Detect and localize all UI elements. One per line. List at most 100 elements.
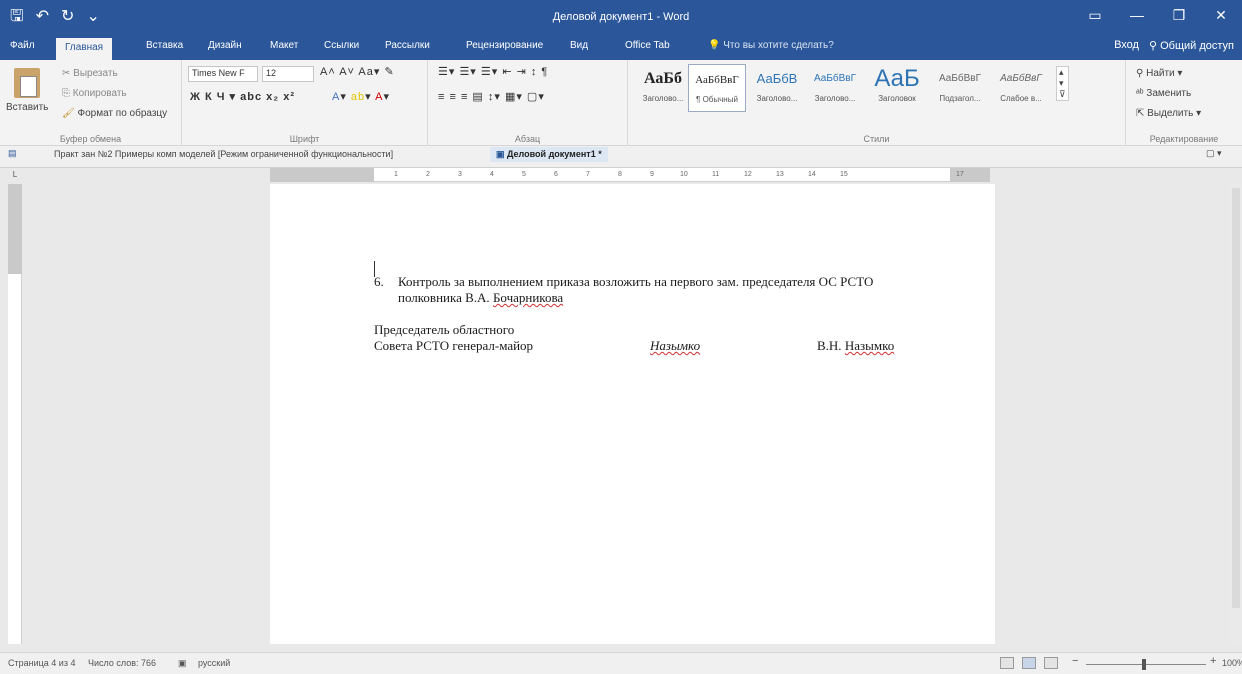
read-mode-icon[interactable]	[1000, 657, 1014, 669]
font-format-buttons[interactable]: Ж К Ч ▾ abc x₂ x²	[190, 90, 295, 103]
handwritten-signature: Назымко	[650, 338, 701, 353]
lightbulb-icon: 💡	[708, 40, 724, 51]
style-sample: АаБбВ	[756, 71, 798, 86]
style-title[interactable]: АаБ Заголовок	[866, 64, 928, 112]
zoom-slider-thumb[interactable]	[1142, 659, 1146, 670]
web-layout-icon[interactable]	[1044, 657, 1058, 669]
style-sample: АаБбВвГ	[813, 73, 857, 84]
find-label: Найти	[1146, 68, 1175, 79]
style-subtitle[interactable]: АаБбВвГ Подзагол...	[932, 64, 988, 112]
doc-tab-practical[interactable]: Практ зан №2 Примеры комп моделей [Режим…	[54, 149, 393, 159]
maximize-icon[interactable]: ❐	[1158, 0, 1200, 36]
ruler-tick: 3	[458, 171, 462, 178]
style-heading[interactable]: АаБб Заголово...	[642, 64, 684, 112]
tab-design[interactable]: Дизайн	[208, 40, 242, 51]
cut-label: Вырезать	[73, 68, 118, 79]
share-button[interactable]: ⚲ Общий доступ	[1149, 39, 1234, 52]
tab-file[interactable]: Файл	[10, 40, 35, 51]
cut-button[interactable]: ✂ Вырезать	[62, 68, 118, 79]
tab-insert[interactable]: Вставка	[146, 40, 183, 51]
tab-view[interactable]: Вид	[570, 40, 588, 51]
doc-tab-label: Деловой документ1 *	[507, 149, 602, 159]
ruler-tick: 2	[426, 171, 430, 178]
font-name-combo[interactable]: Times New F	[188, 66, 258, 82]
font-group: Times New F 12 A˄ A˅ Aa▾ ✎ Ж К Ч ▾ abc x…	[182, 60, 428, 146]
tell-me-text: Что вы хотите сделать?	[723, 40, 834, 51]
copy-label: Копировать	[72, 88, 127, 99]
style-sample: АаБбВвГ	[695, 74, 739, 86]
scrollbar-thumb[interactable]	[1232, 188, 1240, 608]
ruler-tick: 13	[776, 171, 784, 178]
font-size-buttons[interactable]: A˄ A˅ Aa▾ ✎	[320, 65, 395, 78]
tab-review[interactable]: Рецензирование	[466, 40, 543, 51]
styles-more-button[interactable]: ▴ ▾ ⊽	[1056, 66, 1069, 101]
paste-icon[interactable]	[14, 68, 40, 98]
paste-button[interactable]: Вставить	[6, 102, 48, 113]
word-count[interactable]: Число слов: 766	[88, 658, 156, 668]
window-controls: ▭ — ❐ ✕	[1074, 0, 1242, 36]
ruler-tick: 7	[586, 171, 590, 178]
style-normal[interactable]: АаБбВвГ ¶ Обычный	[688, 64, 746, 112]
ribbon-display-icon[interactable]: ▭	[1074, 0, 1116, 36]
tab-selector[interactable]: L	[8, 170, 22, 182]
zoom-in-button[interactable]: +	[1210, 655, 1216, 667]
language-indicator[interactable]: русский	[198, 658, 230, 668]
horizontal-ruler[interactable]: 1 2 3 4 5 6 7 8 9 10 11 12 13 14 15 17	[270, 168, 990, 182]
ruler-tick: 9	[650, 171, 654, 178]
zoom-slider[interactable]	[1086, 664, 1206, 665]
misspelled-word: Бочарникова	[492, 290, 564, 305]
new-tab-icon[interactable]: ▢ ▾	[1206, 148, 1222, 159]
page-counter[interactable]: Страница 4 из 4	[8, 658, 75, 668]
word-window: 🖫 ↶ ↻ ⌄ Деловой документ1 - Word ▭ — ❐ ✕…	[0, 0, 1242, 674]
zoom-level[interactable]: 100%	[1222, 658, 1242, 668]
doc-tab-business[interactable]: ▣ Деловой документ1 *	[490, 147, 608, 162]
align-buttons[interactable]: ≡ ≡ ≡ ▤ ↕▾ ▦▾ ▢▾	[438, 90, 545, 103]
list-buttons[interactable]: ☰▾ ☰▾ ☰▾ ⇤ ⇥ ↕ ¶	[438, 65, 548, 78]
title-bar: 🖫 ↶ ↻ ⌄ Деловой документ1 - Word ▭ — ❐ ✕	[0, 0, 1242, 36]
proofing-icon[interactable]: ▣	[178, 658, 187, 669]
signer-name: В.Н. Назымко	[817, 338, 894, 354]
tab-layout[interactable]: Макет	[270, 40, 298, 51]
replace-label: Заменить	[1146, 88, 1192, 99]
tab-references[interactable]: Ссылки	[324, 40, 359, 51]
style-heading-1[interactable]: АаБбВ Заголово...	[750, 64, 804, 112]
style-sample: АаБ	[874, 65, 920, 92]
minimize-icon[interactable]: —	[1116, 0, 1158, 36]
zoom-out-button[interactable]: −	[1072, 655, 1078, 667]
style-name: Заголовок	[878, 94, 916, 103]
find-button[interactable]: ⚲ Найти ▾	[1136, 68, 1182, 79]
style-sample: АаБбВвГ	[1000, 73, 1042, 84]
style-subtle-emphasis[interactable]: АаБбВвГ Слабое в...	[992, 64, 1050, 112]
copy-icon: ⎘	[62, 88, 73, 99]
ruler-tick: 17	[956, 171, 964, 178]
editing-group: ⚲ Найти ▾ ᵃᵇ Заменить ⇱ Выделить ▾ Редак…	[1126, 60, 1242, 146]
paragraph-label: Абзац	[514, 134, 541, 144]
tell-me-search[interactable]: 💡 Что вы хотите сделать?	[708, 40, 834, 51]
copy-button[interactable]: ⎘ Копировать	[62, 88, 127, 99]
tab-office-tab[interactable]: Office Tab	[625, 40, 670, 51]
style-heading-2[interactable]: АаБбВвГ Заголово...	[808, 64, 862, 112]
person-icon: ⚲	[1148, 40, 1161, 52]
close-icon[interactable]: ✕	[1200, 0, 1242, 36]
select-label: Выделить	[1147, 108, 1194, 119]
vertical-scrollbar[interactable]	[1230, 184, 1242, 644]
clipboard-label: Буфер обмена	[59, 134, 122, 144]
signin-link[interactable]: Вход	[1114, 39, 1139, 52]
style-name: Слабое в...	[1000, 94, 1042, 103]
document-page[interactable]: 6. Контроль за выполнением приказа возло…	[270, 184, 995, 644]
signer-initials: В.Н.	[817, 338, 842, 353]
paragraph-line-2: полковника В.А. Бочарникова	[398, 290, 563, 306]
format-painter-button[interactable]: 🖌 Формат по образцу	[62, 108, 167, 119]
style-name: Подзагол...	[939, 94, 981, 103]
font-size-combo[interactable]: 12	[262, 66, 314, 82]
print-layout-icon[interactable]	[1022, 657, 1036, 669]
account-area: Вход ⚲ Общий доступ	[1114, 39, 1234, 52]
vertical-ruler[interactable]	[8, 184, 22, 644]
ruler-tick: 1	[394, 171, 398, 178]
replace-button[interactable]: ᵃᵇ Заменить	[1136, 88, 1191, 99]
select-button[interactable]: ⇱ Выделить ▾	[1136, 108, 1201, 119]
tab-home[interactable]: Главная	[56, 38, 113, 60]
clipboard-group: Вставить ✂ Вырезать ⎘ Копировать 🖌 Форма…	[0, 60, 182, 146]
tab-mailings[interactable]: Рассылки	[385, 40, 430, 51]
text-color-buttons[interactable]: A▾ ab▾ A▾	[332, 90, 390, 103]
